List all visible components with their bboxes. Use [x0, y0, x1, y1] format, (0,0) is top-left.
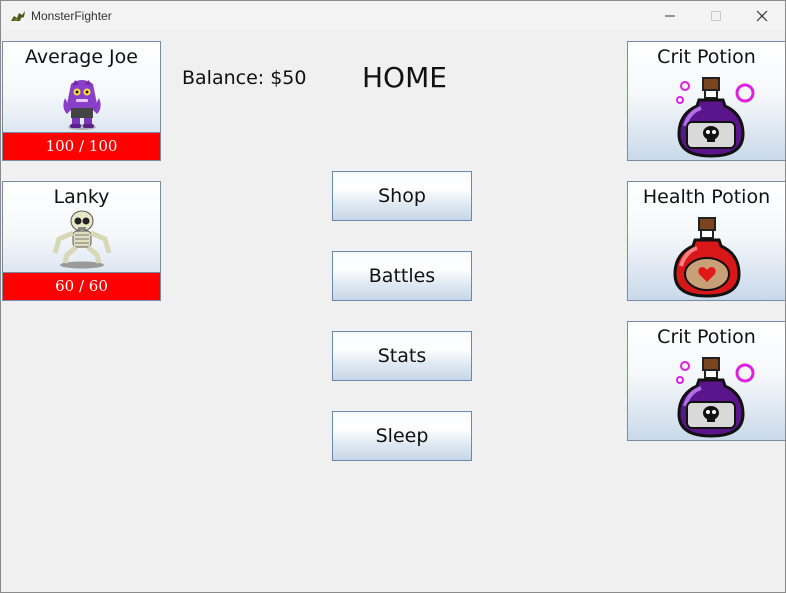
balance-label: Balance: $50 [182, 67, 307, 89]
item-name: Crit Potion [657, 46, 756, 68]
hp-bar: 100 / 100 [3, 132, 160, 160]
item-name: Health Potion [642, 186, 771, 208]
hp-text: 100 / 100 [45, 137, 118, 155]
title-bar[interactable]: MonsterFighter [1, 1, 785, 31]
monster-card-average-joe[interactable]: Average Joe 100 / 100 [2, 41, 161, 161]
shop-button[interactable]: Shop [332, 171, 472, 221]
monster-name: Lanky [53, 186, 110, 208]
dragon-icon [11, 11, 25, 21]
stats-button[interactable]: Stats [332, 331, 472, 381]
close-icon [756, 10, 768, 22]
window-title: MonsterFighter [31, 9, 112, 23]
skeleton-monster-icon [52, 210, 111, 269]
red-heart-potion-icon [672, 217, 741, 298]
hp-text: 60 / 60 [55, 277, 108, 295]
maximize-icon [711, 11, 721, 21]
inventory-item-crit-potion[interactable]: Crit Potion [627, 41, 785, 161]
minimize-icon [665, 15, 675, 17]
purple-troll-monster-icon [62, 80, 101, 130]
hp-bar: 60 / 60 [3, 272, 160, 300]
close-button[interactable] [739, 1, 785, 31]
purple-potion-icon [675, 357, 754, 438]
purple-potion-icon [675, 77, 754, 158]
inventory-item-health-potion[interactable]: Health Potion [627, 181, 785, 301]
inventory-item-crit-potion[interactable]: Crit Potion [627, 321, 785, 441]
monster-name: Average Joe [25, 46, 138, 68]
app-window: MonsterFighter Average Joe 100 / 100 Lan [0, 0, 786, 593]
minimize-button[interactable] [647, 1, 693, 31]
maximize-button[interactable] [693, 1, 739, 31]
monster-card-lanky[interactable]: Lanky 60 / 60 [2, 181, 161, 301]
battles-button[interactable]: Battles [332, 251, 472, 301]
sleep-button[interactable]: Sleep [332, 411, 472, 461]
page-title: HOME [362, 61, 447, 94]
item-name: Crit Potion [657, 326, 756, 348]
